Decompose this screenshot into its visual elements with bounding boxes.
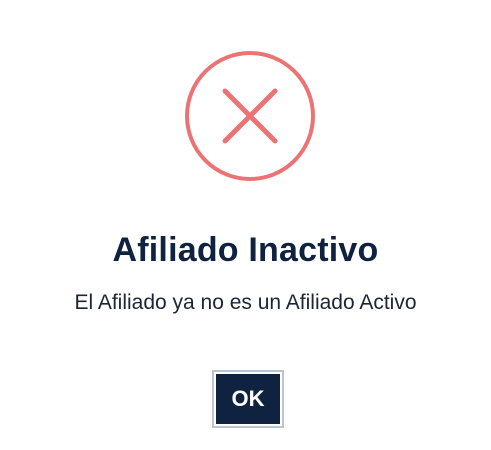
ok-button[interactable]: OK xyxy=(216,374,280,424)
alert-dialog: Afiliado Inactivo El Afiliado ya no es u… xyxy=(0,0,491,450)
dialog-message: El Afiliado ya no es un Afiliado Activo xyxy=(74,291,417,314)
ok-button-focus-ring: OK xyxy=(212,370,284,428)
dialog-title: Afiliado Inactivo xyxy=(112,231,379,269)
error-x-circle-icon xyxy=(184,50,316,182)
